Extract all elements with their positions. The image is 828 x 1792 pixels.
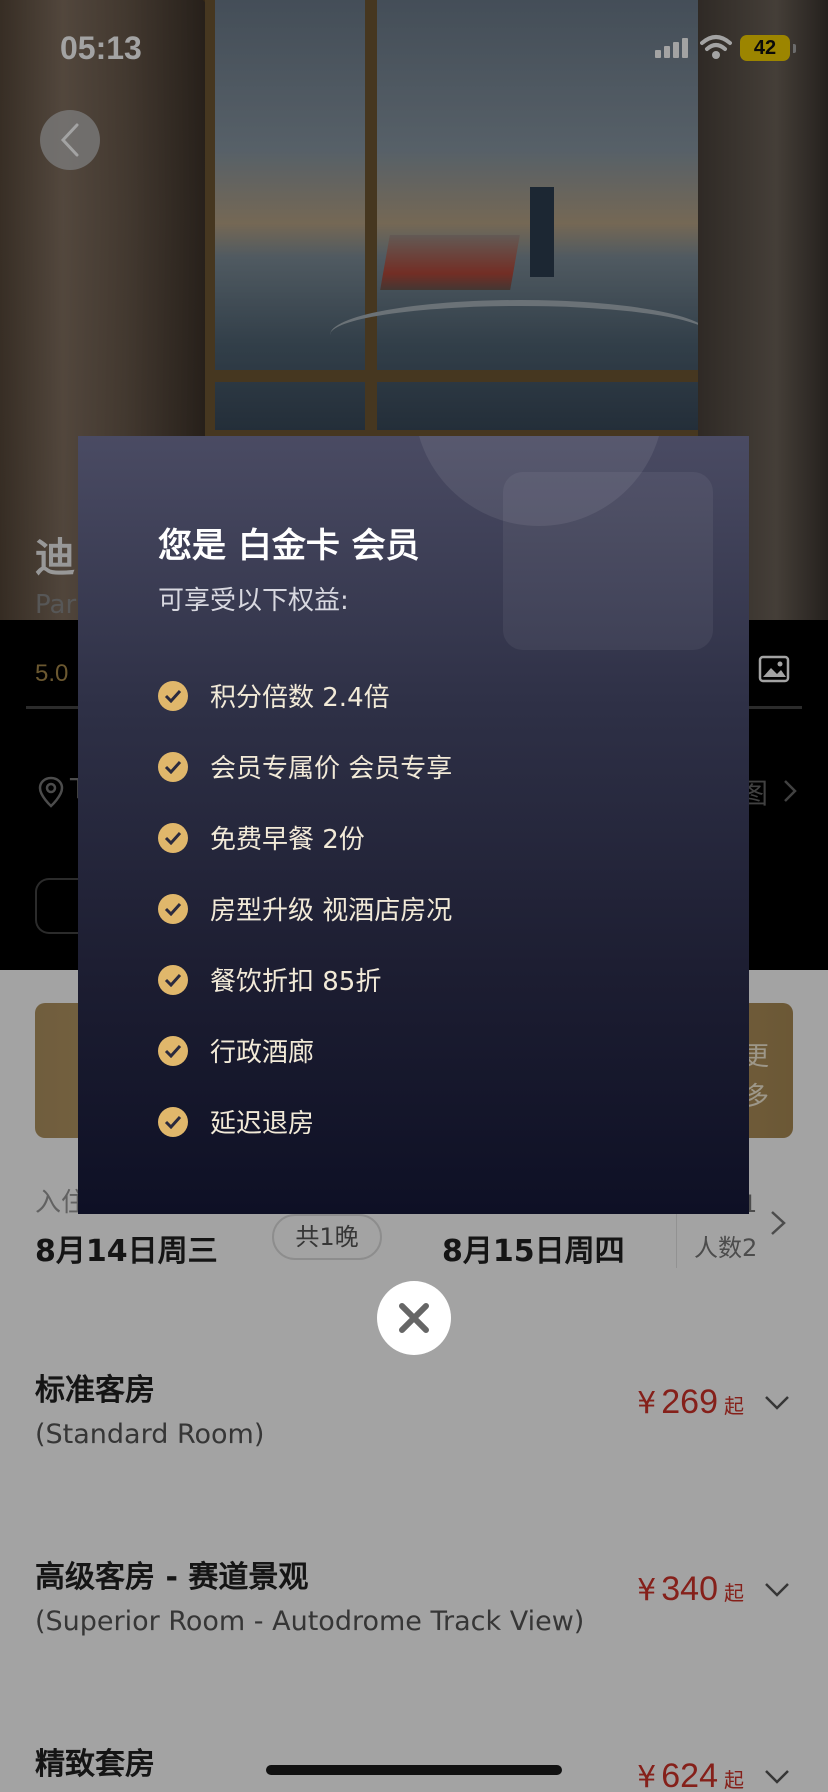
benefit-item: 积分倍数 2.4倍 — [158, 660, 452, 731]
benefit-item: 免费早餐 2份 — [158, 802, 452, 873]
check-circle-icon — [158, 680, 188, 711]
benefit-text: 免费早餐 2份 — [210, 825, 365, 855]
benefit-item: 餐饮折扣 85折 — [158, 944, 452, 1015]
benefit-text: 房型升级 视酒店房况 — [210, 896, 453, 926]
modal-title: 您是 白金卡 会员 — [158, 526, 420, 566]
home-indicator[interactable] — [266, 1765, 562, 1775]
modal-subtitle: 可享受以下权益: — [158, 586, 349, 616]
benefit-text: 餐饮折扣 85折 — [210, 967, 382, 997]
check-circle-icon — [158, 964, 188, 995]
benefit-text: 行政酒廊 — [210, 1038, 315, 1068]
benefit-item: 会员专属价 会员专享 — [158, 731, 452, 802]
benefit-item: 行政酒廊 — [158, 1015, 452, 1086]
member-benefits-modal: 您是 白金卡 会员 可享受以下权益: 积分倍数 2.4倍 会员专属价 会员专享 … — [78, 436, 749, 1214]
close-modal-button[interactable] — [377, 1281, 451, 1355]
check-circle-icon — [158, 1035, 188, 1066]
benefit-text: 延迟退房 — [210, 1109, 315, 1139]
check-circle-icon — [158, 1106, 188, 1137]
benefit-text: 积分倍数 2.4倍 — [210, 683, 390, 713]
benefit-item: 延迟退房 — [158, 1086, 452, 1157]
benefit-text: 会员专属价 会员专享 — [210, 754, 453, 784]
benefit-item: 房型升级 视酒店房况 — [158, 873, 452, 944]
check-circle-icon — [158, 893, 188, 924]
close-icon — [399, 1303, 429, 1333]
benefits-list: 积分倍数 2.4倍 会员专属价 会员专享 免费早餐 2份 房型升级 视酒店房况 … — [158, 660, 452, 1157]
check-circle-icon — [158, 822, 188, 853]
check-circle-icon — [158, 751, 188, 782]
